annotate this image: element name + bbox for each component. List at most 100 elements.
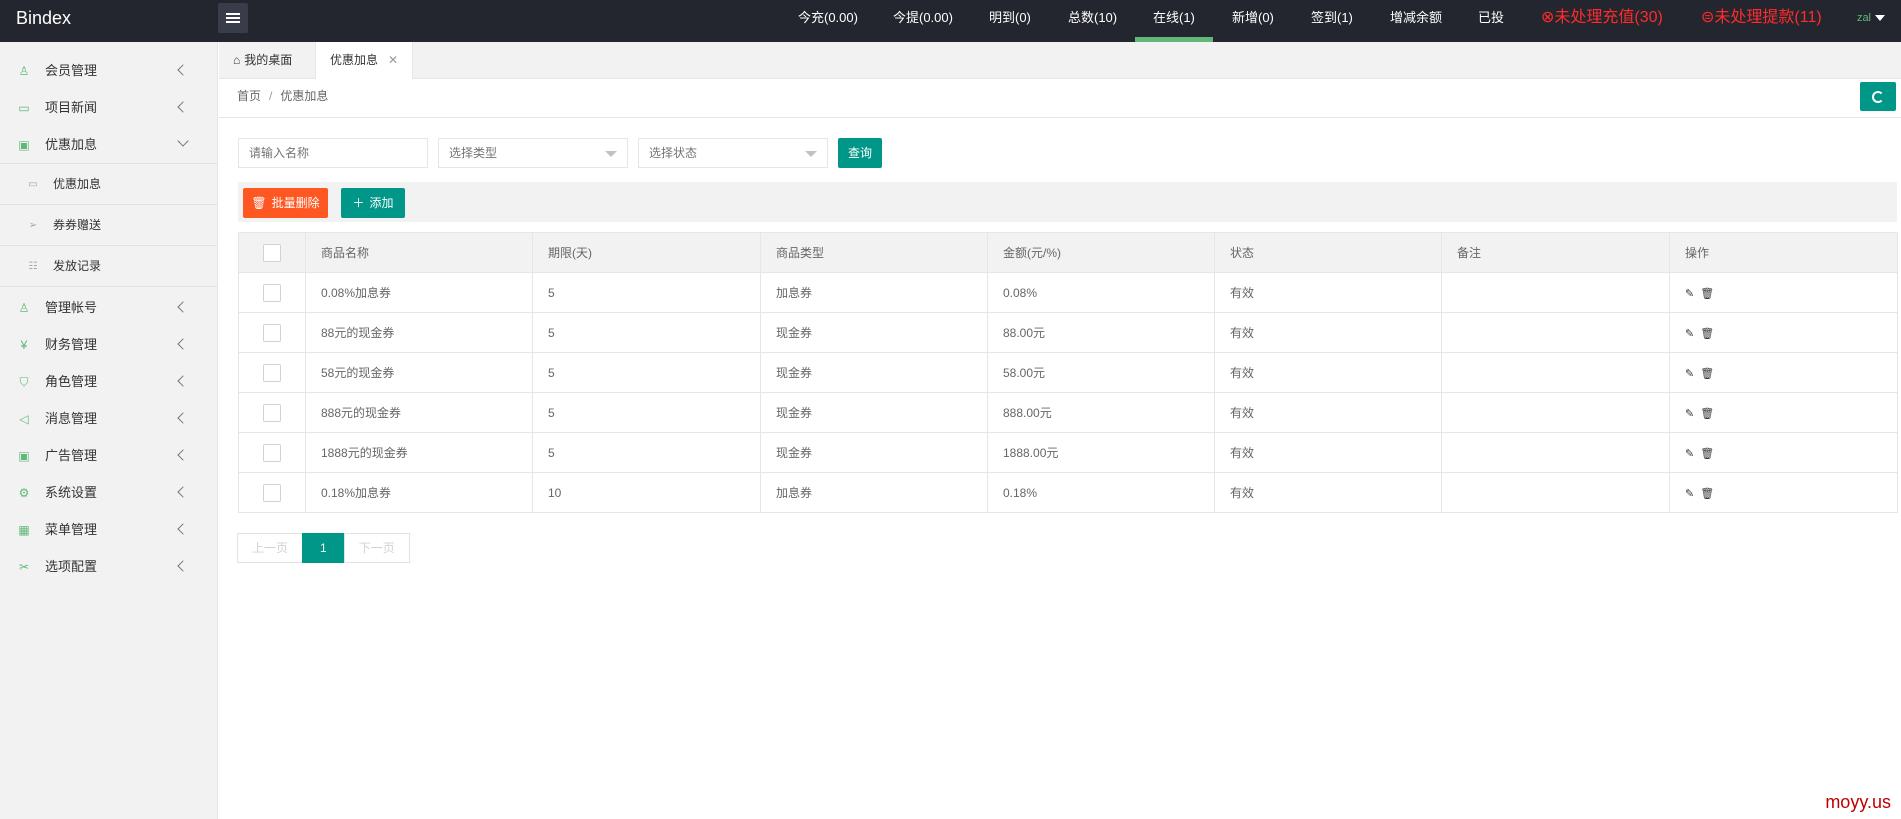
cell-status: 有效: [1214, 272, 1442, 313]
chevron-left-icon: [177, 301, 189, 313]
row-checkbox[interactable]: [263, 283, 281, 302]
name-search-input[interactable]: 请输入名称: [238, 138, 428, 168]
chevron-left-icon: [177, 375, 189, 387]
chevron-left-icon: [177, 523, 189, 535]
nav-today-withdraw[interactable]: 今提(0.00): [893, 0, 953, 42]
sidebar-subitem-coupon-gift[interactable]: ➢ 券券赠送: [0, 205, 217, 246]
refresh-button[interactable]: [1860, 82, 1896, 111]
cell-type: 现金券: [760, 432, 988, 473]
table-header-row: 商品名称 期限(天) 商品类型 金额(元/%) 状态 备注 操作: [238, 232, 1898, 273]
column-header: 状态: [1214, 232, 1442, 273]
select-all-checkbox[interactable]: [263, 243, 281, 262]
nav-checkin[interactable]: 签到(1): [1311, 0, 1353, 42]
cell-name: 888元的现金券: [305, 392, 533, 433]
home-icon: ⌂: [233, 53, 241, 67]
coupon-table: 商品名称 期限(天) 商品类型 金额(元/%) 状态 备注 操作 0.08%加息…: [238, 232, 1898, 513]
row-checkbox[interactable]: [263, 323, 281, 342]
chevron-left-icon: [177, 338, 189, 350]
sidebar-item-label: 优惠加息: [45, 137, 98, 152]
row-checkbox[interactable]: [263, 403, 281, 422]
next-page-button[interactable]: 下一页: [343, 533, 410, 563]
chevron-left-icon: [177, 412, 189, 424]
picture-icon: ▣: [18, 449, 30, 463]
sidebar-item-messages[interactable]: ◁ 消息管理: [0, 400, 217, 437]
breadcrumb-separator: /: [269, 89, 273, 103]
edit-icon[interactable]: ✎: [1685, 367, 1694, 380]
page-number-current[interactable]: 1: [302, 533, 345, 563]
sidebar-item-label: 管理帐号: [45, 300, 98, 315]
chevron-left-icon: [177, 486, 189, 498]
batch-delete-button[interactable]: 🗑 批量删除: [243, 188, 328, 218]
users-icon: ♙: [18, 301, 30, 315]
delete-icon[interactable]: 🗑: [1700, 407, 1714, 420]
table-row: 58元的现金券 5 现金券 58.00元 有效 ✎ 🗑: [238, 352, 1898, 393]
cell-status: 有效: [1214, 312, 1442, 353]
delete-icon[interactable]: 🗑: [1700, 367, 1714, 380]
nav-adjust-balance[interactable]: 增减余额: [1390, 0, 1442, 42]
username: zal: [1856, 12, 1871, 24]
table-row: 888元的现金券 5 现金券 888.00元 有效 ✎ 🗑: [238, 392, 1898, 433]
sidebar-item-ads[interactable]: ▣ 广告管理: [0, 437, 217, 474]
sidebar-item-roles[interactable]: ⛉ 角色管理: [0, 363, 217, 400]
nav-new[interactable]: 新增(0): [1232, 0, 1274, 42]
tab-my-desktop[interactable]: ⌂ 我的桌面: [219, 42, 306, 79]
cell-type: 加息券: [760, 472, 988, 513]
edit-icon[interactable]: ✎: [1685, 287, 1694, 300]
sidebar-item-promotions[interactable]: ▣ 优惠加息: [0, 126, 217, 163]
delete-icon[interactable]: 🗑: [1700, 327, 1714, 340]
status-select-value: 选择状态: [649, 146, 698, 160]
cell-status: 有效: [1214, 352, 1442, 393]
row-checkbox[interactable]: [263, 483, 281, 502]
row-checkbox[interactable]: [263, 443, 281, 462]
edit-icon[interactable]: ✎: [1685, 487, 1694, 500]
search-button[interactable]: 查询: [838, 138, 882, 168]
cell-note: [1441, 472, 1670, 513]
image-icon: ▣: [18, 138, 30, 152]
sidebar-item-options[interactable]: ✂ 选项配置: [0, 548, 217, 585]
sidebar-item-menus[interactable]: ▦ 菜单管理: [0, 511, 217, 548]
nav-pending-withdraw[interactable]: ⊜未处理提款(11): [1701, 0, 1822, 42]
nav-total[interactable]: 总数(10): [1068, 0, 1117, 42]
sidebar-item-finance[interactable]: ¥ 财务管理: [0, 326, 217, 363]
dropdown-arrow-icon: [605, 151, 617, 157]
cell-status: 有效: [1214, 392, 1442, 433]
breadcrumb-home[interactable]: 首页: [237, 89, 261, 103]
tab-label: 优惠加息: [330, 53, 379, 67]
delete-icon[interactable]: 🗑: [1700, 287, 1714, 300]
type-select[interactable]: 选择类型: [438, 138, 628, 168]
sidebar-item-news[interactable]: ▭ 项目新闻: [0, 89, 217, 126]
sidebar-item-settings[interactable]: ⚙ 系统设置: [0, 474, 217, 511]
tab-label: 我的桌面: [244, 53, 293, 67]
cell-type: 现金券: [760, 312, 988, 353]
sidebar-subitem-promotions[interactable]: ▭ 优惠加息: [0, 164, 217, 205]
status-select[interactable]: 选择状态: [638, 138, 828, 168]
sidebar-item-label: 菜单管理: [45, 522, 98, 537]
sidebar-item-label: 选项配置: [45, 559, 98, 574]
add-button[interactable]: ＋ 添加: [341, 188, 405, 218]
edit-icon[interactable]: ✎: [1685, 447, 1694, 460]
edit-icon[interactable]: ✎: [1685, 407, 1694, 420]
menu-toggle-button[interactable]: [218, 3, 248, 33]
sidebar-item-admin-accounts[interactable]: ♙ 管理帐号: [0, 289, 217, 326]
close-icon[interactable]: ✕: [388, 53, 398, 67]
delete-icon[interactable]: 🗑: [1700, 447, 1714, 460]
cell-days: 5: [532, 392, 761, 433]
nav-online[interactable]: 在线(1): [1135, 0, 1213, 42]
edit-icon[interactable]: ✎: [1685, 327, 1694, 340]
sidebar-subitem-issue-log[interactable]: ☷ 发放记录: [0, 246, 217, 287]
user-menu[interactable]: zal: [1857, 0, 1885, 42]
nav-today-recharge[interactable]: 今充(0.00): [798, 0, 858, 42]
prev-page-button[interactable]: 上一页: [237, 533, 304, 563]
cell-days: 10: [532, 472, 761, 513]
nav-invested[interactable]: 已投: [1478, 0, 1504, 42]
sidebar-item-label: 财务管理: [45, 337, 98, 352]
nav-pending-recharge[interactable]: ⊗未处理充值(30): [1541, 0, 1663, 42]
sidebar-item-members[interactable]: ♙ 会员管理: [0, 52, 217, 89]
nav-tomorrow-due[interactable]: 明到(0): [989, 0, 1031, 42]
row-checkbox[interactable]: [263, 363, 281, 382]
chevron-left-icon: [177, 449, 189, 461]
delete-icon[interactable]: 🗑: [1700, 487, 1714, 500]
cell-actions: ✎ 🗑: [1669, 472, 1898, 513]
tab-promotions[interactable]: 优惠加息 ✕: [315, 42, 414, 80]
tab-bar: ⌂ 我的桌面 优惠加息 ✕: [219, 42, 1901, 80]
